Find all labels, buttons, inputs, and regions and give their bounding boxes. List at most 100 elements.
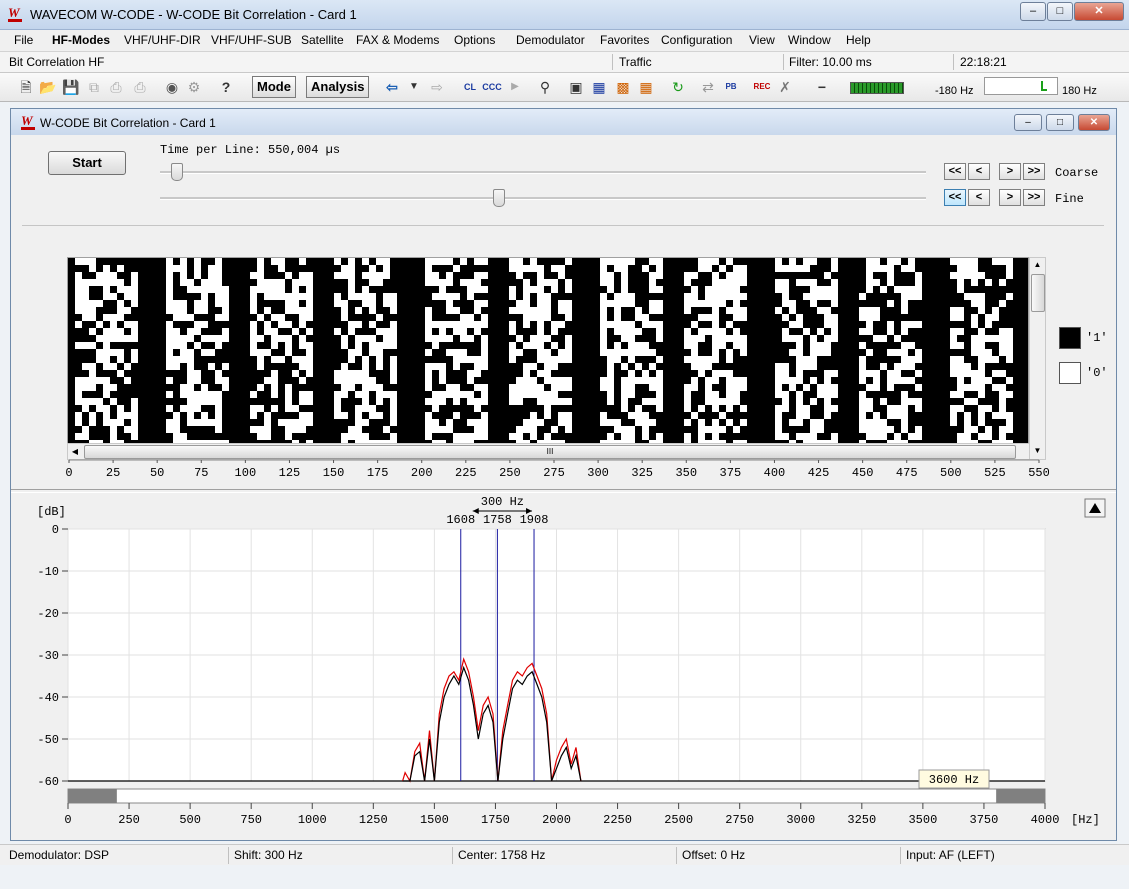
bit-pixel xyxy=(999,272,1006,279)
menu-view[interactable]: View xyxy=(749,33,775,47)
maximize-button[interactable]: □ xyxy=(1047,2,1073,21)
bit-stripe xyxy=(145,258,152,444)
expand-up-button[interactable] xyxy=(1084,498,1106,518)
bit-pixel xyxy=(831,412,838,419)
help-icon[interactable]: ? xyxy=(216,77,236,97)
bit-pixel xyxy=(432,433,439,440)
menu-vhf-uhf-sub[interactable]: VHF/UHF-SUB xyxy=(211,33,292,47)
antenna-icon[interactable]: ⚲ xyxy=(535,77,555,97)
range-label: 3600 Hz xyxy=(929,773,979,787)
minimize-button[interactable]: – xyxy=(1020,2,1046,21)
inner-close-button[interactable]: ✕ xyxy=(1078,114,1110,131)
dropdown-arrow-icon[interactable]: ▼ xyxy=(404,77,424,97)
bit-pixel xyxy=(173,279,180,286)
start-button[interactable]: Start xyxy=(48,151,126,175)
scroll-left-icon[interactable]: ◀ xyxy=(68,444,82,459)
bit-pixel xyxy=(607,314,614,321)
inner-maximize-button[interactable]: □ xyxy=(1046,114,1074,131)
menu-vhf-uhf-dir[interactable]: VHF/UHF-DIR xyxy=(124,33,201,47)
bit-pixel xyxy=(460,286,467,293)
bit-pixel xyxy=(103,307,110,314)
print-preview-icon[interactable]: ⎙ xyxy=(130,77,150,97)
fine-fast-forward-button[interactable]: >> xyxy=(1023,189,1045,206)
close-button[interactable]: ✕ xyxy=(1074,2,1124,21)
coarse-fast-forward-button[interactable]: >> xyxy=(1023,163,1045,180)
play-icon[interactable]: ▶ xyxy=(505,77,525,97)
pattern-icon[interactable]: ▦ xyxy=(636,77,656,97)
frequency-range-bar[interactable] xyxy=(67,788,1046,804)
menu-help[interactable]: Help xyxy=(846,33,871,47)
bit-pixel xyxy=(789,433,796,440)
bit-pixel xyxy=(600,391,607,398)
fine-slider-thumb[interactable] xyxy=(493,189,506,207)
bit-pixel xyxy=(271,321,278,328)
scroll-thumb[interactable]: III xyxy=(84,445,1016,459)
inner-minimize-button[interactable]: – xyxy=(1014,114,1042,131)
new-file-icon[interactable]: 🗎 xyxy=(16,77,36,97)
tuning-icon[interactable]: − xyxy=(812,77,832,97)
bit-pixel xyxy=(971,356,978,363)
menu-demodulator[interactable]: Demodulator xyxy=(516,33,585,47)
refresh-icon[interactable]: ↻ xyxy=(668,77,688,97)
fine-forward-button[interactable]: > xyxy=(999,189,1021,206)
save-icon[interactable]: 💾 xyxy=(61,77,81,97)
analysis-button[interactable]: Analysis xyxy=(306,76,370,98)
bit-pixel xyxy=(530,370,537,377)
bitmap-horizontal-scrollbar[interactable]: ◀ III xyxy=(67,443,1031,460)
bit-pixel xyxy=(978,314,985,321)
playback-icon[interactable]: PB xyxy=(721,77,741,97)
clear-icon[interactable]: CL xyxy=(460,77,480,97)
print-icon[interactable]: ⎙ xyxy=(106,77,126,97)
bit-pixel xyxy=(180,286,187,293)
bit-pixel xyxy=(208,377,215,384)
coarse-slider-thumb[interactable] xyxy=(171,163,184,181)
menu-configuration[interactable]: Configuration xyxy=(661,33,732,47)
fine-slider-track[interactable] xyxy=(160,197,926,200)
fine-fast-back-button[interactable]: << xyxy=(944,189,966,206)
copy-icon[interactable]: ⧉ xyxy=(84,77,104,97)
bitmap-vertical-scrollbar[interactable]: ▲ ▼ xyxy=(1029,257,1046,460)
mode-button[interactable]: Mode xyxy=(252,76,296,98)
bit-pixel xyxy=(558,258,565,265)
waterfall-icon[interactable]: ▦ xyxy=(589,77,609,97)
coarse-slider-track[interactable] xyxy=(160,171,926,174)
find-icon[interactable]: ◉ xyxy=(162,77,182,97)
bit-pixel xyxy=(600,398,607,405)
menu-window[interactable]: Window xyxy=(788,33,831,47)
menu-file[interactable]: File xyxy=(14,33,33,47)
menu-hf-modes[interactable]: HF-Modes xyxy=(52,33,110,47)
coarse-fast-back-button[interactable]: << xyxy=(944,163,966,180)
bit-pixel xyxy=(110,405,117,412)
grid-icon[interactable]: ▩ xyxy=(613,77,633,97)
coarse-back-button[interactable]: < xyxy=(968,163,990,180)
ccc-icon[interactable]: CCC xyxy=(482,77,502,97)
bit-pixel xyxy=(467,349,474,356)
back-arrow-icon[interactable]: ⇦ xyxy=(382,77,402,97)
menu-fax-modems[interactable]: FAX & Modems xyxy=(356,33,439,47)
bit-pixel xyxy=(82,370,89,377)
coarse-forward-button[interactable]: > xyxy=(999,163,1021,180)
fine-back-button[interactable]: < xyxy=(968,189,990,206)
filter-icon[interactable]: ⇄ xyxy=(698,77,718,97)
tools-icon[interactable]: ⚙ xyxy=(184,77,204,97)
menu-satellite[interactable]: Satellite xyxy=(301,33,344,47)
monitor-icon[interactable]: ▣ xyxy=(566,77,586,97)
bit-pixel xyxy=(649,314,656,321)
record-icon[interactable]: REC xyxy=(752,77,772,97)
bit-pixel xyxy=(180,363,187,370)
bit-pixel xyxy=(817,279,824,286)
status-offset: Offset: 0 Hz xyxy=(682,848,746,862)
open-folder-icon[interactable]: 📂 xyxy=(38,77,58,97)
menu-favorites[interactable]: Favorites xyxy=(600,33,649,47)
scroll-up-icon[interactable]: ▲ xyxy=(1030,258,1045,272)
menu-options[interactable]: Options xyxy=(454,33,495,47)
forward-arrow-icon[interactable]: ⇨ xyxy=(427,77,447,97)
bit-pixel xyxy=(831,356,838,363)
bit-pixel xyxy=(684,377,691,384)
vscroll-thumb[interactable] xyxy=(1031,274,1045,312)
mute-icon[interactable]: ✗ xyxy=(775,77,795,97)
bit-pixel xyxy=(740,321,747,328)
bit-pixel xyxy=(733,433,740,440)
scroll-down-icon[interactable]: ▼ xyxy=(1030,444,1045,458)
tuning-slider[interactable] xyxy=(984,77,1058,95)
